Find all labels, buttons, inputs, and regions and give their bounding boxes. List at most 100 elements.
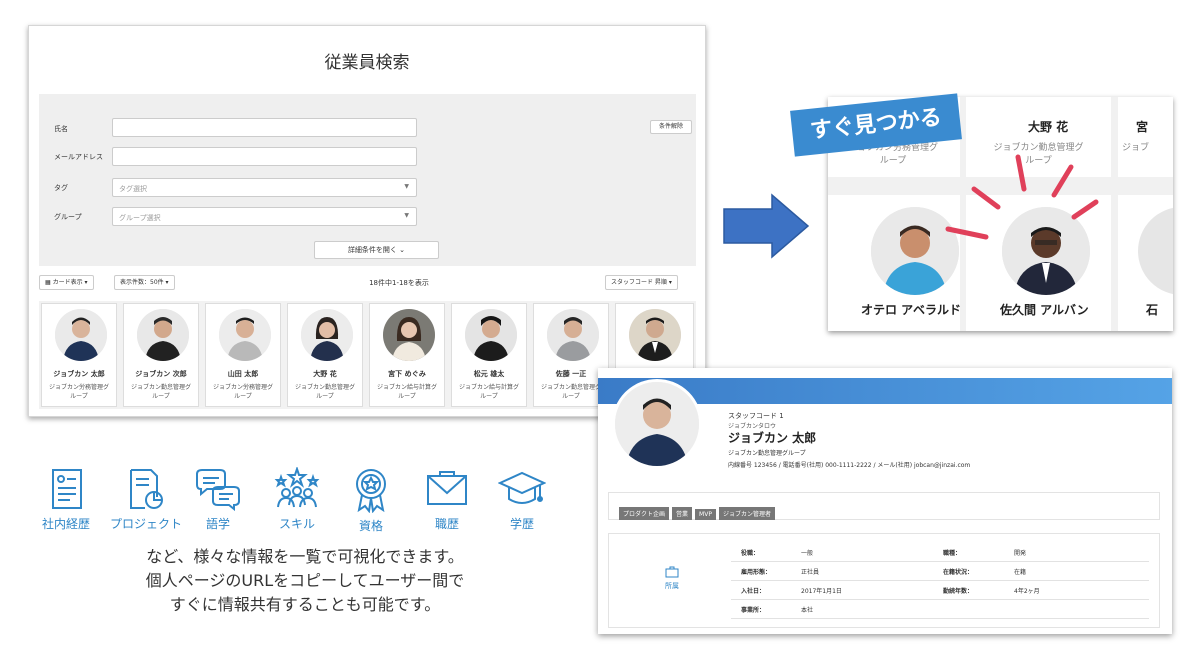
divider	[731, 561, 1149, 562]
employee-name: ジョブカン 太郎	[53, 370, 105, 378]
detail-value: 一般	[801, 550, 814, 557]
avatar	[137, 309, 189, 361]
group-select-placeholder: グループ選択	[119, 214, 161, 222]
chevron-down-icon: ▼	[404, 183, 409, 190]
graduation-cap-icon	[498, 471, 546, 504]
envelope-icon	[427, 471, 467, 505]
award-medal-icon	[356, 469, 386, 513]
employee-group-line: ループ	[316, 393, 334, 400]
speech-bubbles-icon	[196, 469, 240, 511]
employee-group-line: ジョブカン給与計算グ	[376, 384, 437, 391]
group-label: グループ	[54, 213, 82, 221]
employee-group: ジョブカン勤怠管理グ ループ	[288, 383, 362, 401]
avatar	[55, 309, 107, 361]
chevron-down-icon: ▼	[404, 212, 409, 219]
name-input[interactable]	[112, 118, 417, 137]
detail-label: 役職：	[741, 550, 760, 557]
employee-card[interactable]: ジョブカン 次郎 ジョブカン勤怠管理グ ループ	[123, 303, 199, 407]
detail-value: 4年2ヶ月	[1014, 588, 1040, 595]
clear-conditions-button[interactable]: 条件解除	[650, 120, 692, 134]
feature-label: 資格	[358, 519, 383, 533]
divider	[731, 580, 1149, 581]
employee-card[interactable]: ジョブカン 太郎 ジョブカン労務管理グ ループ	[41, 303, 117, 407]
feature-project: プロジェクト	[110, 467, 183, 532]
employee-group-line: ジョブカン労務管理グ	[212, 384, 273, 391]
employee-card[interactable]: 山田 太郎 ジョブカン労務管理グ ループ	[205, 303, 281, 407]
email-label: メールアドレス	[54, 153, 103, 161]
sort-label: スタッフコード 昇順	[611, 279, 667, 286]
project-icon	[130, 469, 163, 509]
tag-list: プロダクト企画 営業 MVP ジョブカン管理者	[608, 492, 1160, 520]
feature-label: 社内経歴	[41, 517, 90, 531]
employee-group-line: ループ	[480, 393, 498, 400]
feature-label: 職歴	[434, 517, 459, 531]
tag-label: タグ	[54, 184, 68, 192]
employee-card[interactable]: 大野 花 ジョブカン勤怠管理グ ループ	[287, 303, 363, 407]
divider	[731, 618, 1149, 619]
detail-conditions-button[interactable]: 詳細条件を開く ⌄	[314, 241, 439, 259]
employee-card[interactable]	[615, 303, 694, 373]
avatar	[465, 309, 517, 361]
chevron-down-icon: ⌄	[399, 246, 406, 254]
sort-select[interactable]: スタッフコード 昇順 ▾	[605, 275, 678, 290]
employee-name: 宮下 めぐみ	[388, 370, 426, 378]
tag-badge: プロダクト企画	[619, 507, 670, 520]
divider	[731, 599, 1149, 600]
detail-label: 勤続年数：	[943, 588, 974, 595]
employee-group-line: ループ	[234, 393, 252, 400]
employee-name: 大野 花	[313, 370, 337, 378]
employee-group: ジョブカン労務管理グ ループ	[42, 383, 116, 401]
view-mode-label: カード表示	[52, 279, 83, 286]
detail-value: 本社	[801, 607, 814, 614]
feature-label: 学歴	[509, 517, 534, 531]
caption-line: など、様々な情報を一覧で可視化できます。	[146, 547, 464, 566]
avatar	[547, 309, 599, 361]
employee-group-line: ジョブカン勤怠管理グ	[294, 384, 355, 391]
feature-qualification: 資格	[336, 467, 406, 534]
employee-name: 松元 雄太	[473, 370, 505, 378]
profile-group: ジョブカン勤怠管理グループ	[728, 450, 806, 457]
group-select[interactable]: グループ選択 ▼	[112, 207, 417, 226]
caption-line: 個人ページのURLをコピーしてユーザー間で	[145, 571, 465, 590]
employee-group: ジョブカン給与計算グ ループ	[370, 383, 444, 401]
employee-group-line: ループ	[70, 393, 88, 400]
feature-label: スキル	[278, 517, 315, 531]
employee-group: ジョブカン労務管理グ ループ	[206, 383, 280, 401]
avatar	[219, 309, 271, 361]
employee-group: ジョブカン給与計算グ ループ	[452, 383, 526, 401]
detail-label: 雇用形態：	[741, 569, 772, 576]
caption-text: など、様々な情報を一覧で可視化できます。 個人ページのURLをコピーしてユーザー…	[60, 545, 550, 617]
detail-label: 事業所：	[741, 607, 766, 614]
feature-label: プロジェクト	[110, 517, 183, 531]
detail-label: 入社日：	[741, 588, 766, 595]
resume-icon	[52, 469, 82, 509]
detail-value: 2017年1月1日	[801, 588, 842, 595]
email-input[interactable]	[112, 147, 417, 166]
profile-contact: 内線番号 123456 / 電話番号(社用) 000-1111-2222 / メ…	[728, 462, 971, 469]
employee-name: 佐藤 一正	[555, 370, 587, 378]
feature-career: 社内経歴	[31, 467, 101, 532]
employee-name: ジョブカン 次郎	[135, 370, 187, 378]
avatar	[612, 379, 702, 469]
employee-group-line: ジョブカン給与計算グ	[458, 384, 519, 391]
detail-value: 正社員	[801, 569, 820, 576]
detail-label: 職種：	[943, 550, 962, 557]
tag-badge: MVP	[695, 509, 716, 520]
employee-card[interactable]: 松元 雄太 ジョブカン給与計算グ ループ	[451, 303, 527, 407]
employee-group-line: ジョブカン勤怠管理グ	[540, 384, 601, 391]
employee-card[interactable]: 宮下 めぐみ ジョブカン給与計算グ ループ	[369, 303, 445, 407]
per-page-select[interactable]: 表示件数：50件 ▾	[114, 275, 175, 290]
detail-value: 在籍	[1014, 569, 1027, 576]
employee-group-line: ループ	[152, 393, 170, 400]
page-title: 従業員検索	[324, 53, 410, 73]
per-page-label: 表示件数：50件	[120, 279, 164, 286]
feature-education: 学歴	[487, 467, 557, 532]
skill-people-star-icon	[274, 467, 320, 508]
employee-group-line: ジョブカン勤怠管理グ	[130, 384, 191, 391]
view-mode-select[interactable]: ▦ カード表示 ▾	[39, 275, 94, 290]
tag-badge: 営業	[672, 507, 693, 520]
avatar	[301, 309, 353, 361]
employee-group-line: ループ	[562, 393, 580, 400]
tag-select[interactable]: タグ選択 ▼	[112, 178, 417, 197]
filter-box: 氏名 メールアドレス タグ タグ選択 ▼ グループ グループ選択 ▼ 条件解除 詳細…	[39, 94, 696, 266]
